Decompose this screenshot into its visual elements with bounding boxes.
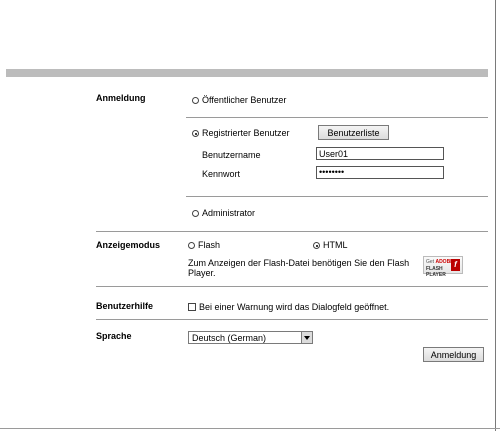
html-option-label: HTML — [323, 240, 348, 250]
administrator-radio[interactable] — [192, 210, 199, 217]
flash-icon: f — [451, 259, 460, 271]
warning-dialog-label: Bei einer Warnung wird das Dialogfeld ge… — [199, 302, 390, 312]
user-list-button[interactable]: Benutzerliste — [318, 125, 389, 140]
user-help-section-label: Benutzerhilfe — [96, 301, 154, 311]
html-radio[interactable] — [313, 242, 320, 249]
registered-user-label: Registrierter Benutzer — [202, 128, 290, 138]
flash-note-line2: Player. — [188, 268, 216, 278]
language-select-value: Deutsch (German) — [192, 333, 267, 343]
language-section-label: Sprache — [96, 331, 132, 341]
password-label: Kennwort — [202, 169, 241, 179]
public-user-radio[interactable] — [192, 97, 199, 104]
language-select[interactable]: Deutsch (German) — [188, 331, 313, 344]
username-input[interactable]: User01 — [316, 147, 444, 160]
get-flash-player-link[interactable]: Get ADOBE FLASH PLAYER f — [423, 256, 463, 278]
section-divider — [96, 286, 488, 287]
section-divider — [96, 319, 488, 320]
display-mode-section-label: Anzeigemodus — [96, 240, 161, 250]
registered-user-radio[interactable] — [192, 130, 199, 137]
badge-get-adobe: Get ADOBE — [426, 259, 454, 265]
login-section-label: Anmeldung — [96, 93, 146, 103]
flash-radio[interactable] — [188, 242, 195, 249]
header-bar — [6, 69, 488, 77]
public-user-label: Öffentlicher Benutzer — [202, 95, 287, 105]
warning-dialog-checkbox[interactable] — [188, 303, 196, 311]
flash-note-line1: Zum Anzeigen der Flash-Datei benötigen S… — [188, 258, 410, 268]
chevron-down-icon[interactable] — [301, 332, 312, 343]
flash-option-label: Flash — [198, 240, 221, 250]
section-divider — [96, 231, 488, 232]
window-bottom-border — [0, 428, 500, 429]
badge-get-text: Get — [426, 259, 435, 265]
username-label: Benutzername — [202, 150, 261, 160]
window-right-border — [495, 0, 496, 431]
administrator-label: Administrator — [202, 208, 256, 218]
password-input[interactable]: •••••••• — [316, 166, 444, 179]
divider — [186, 117, 488, 118]
divider — [186, 196, 488, 197]
login-button[interactable]: Anmeldung — [423, 347, 484, 362]
